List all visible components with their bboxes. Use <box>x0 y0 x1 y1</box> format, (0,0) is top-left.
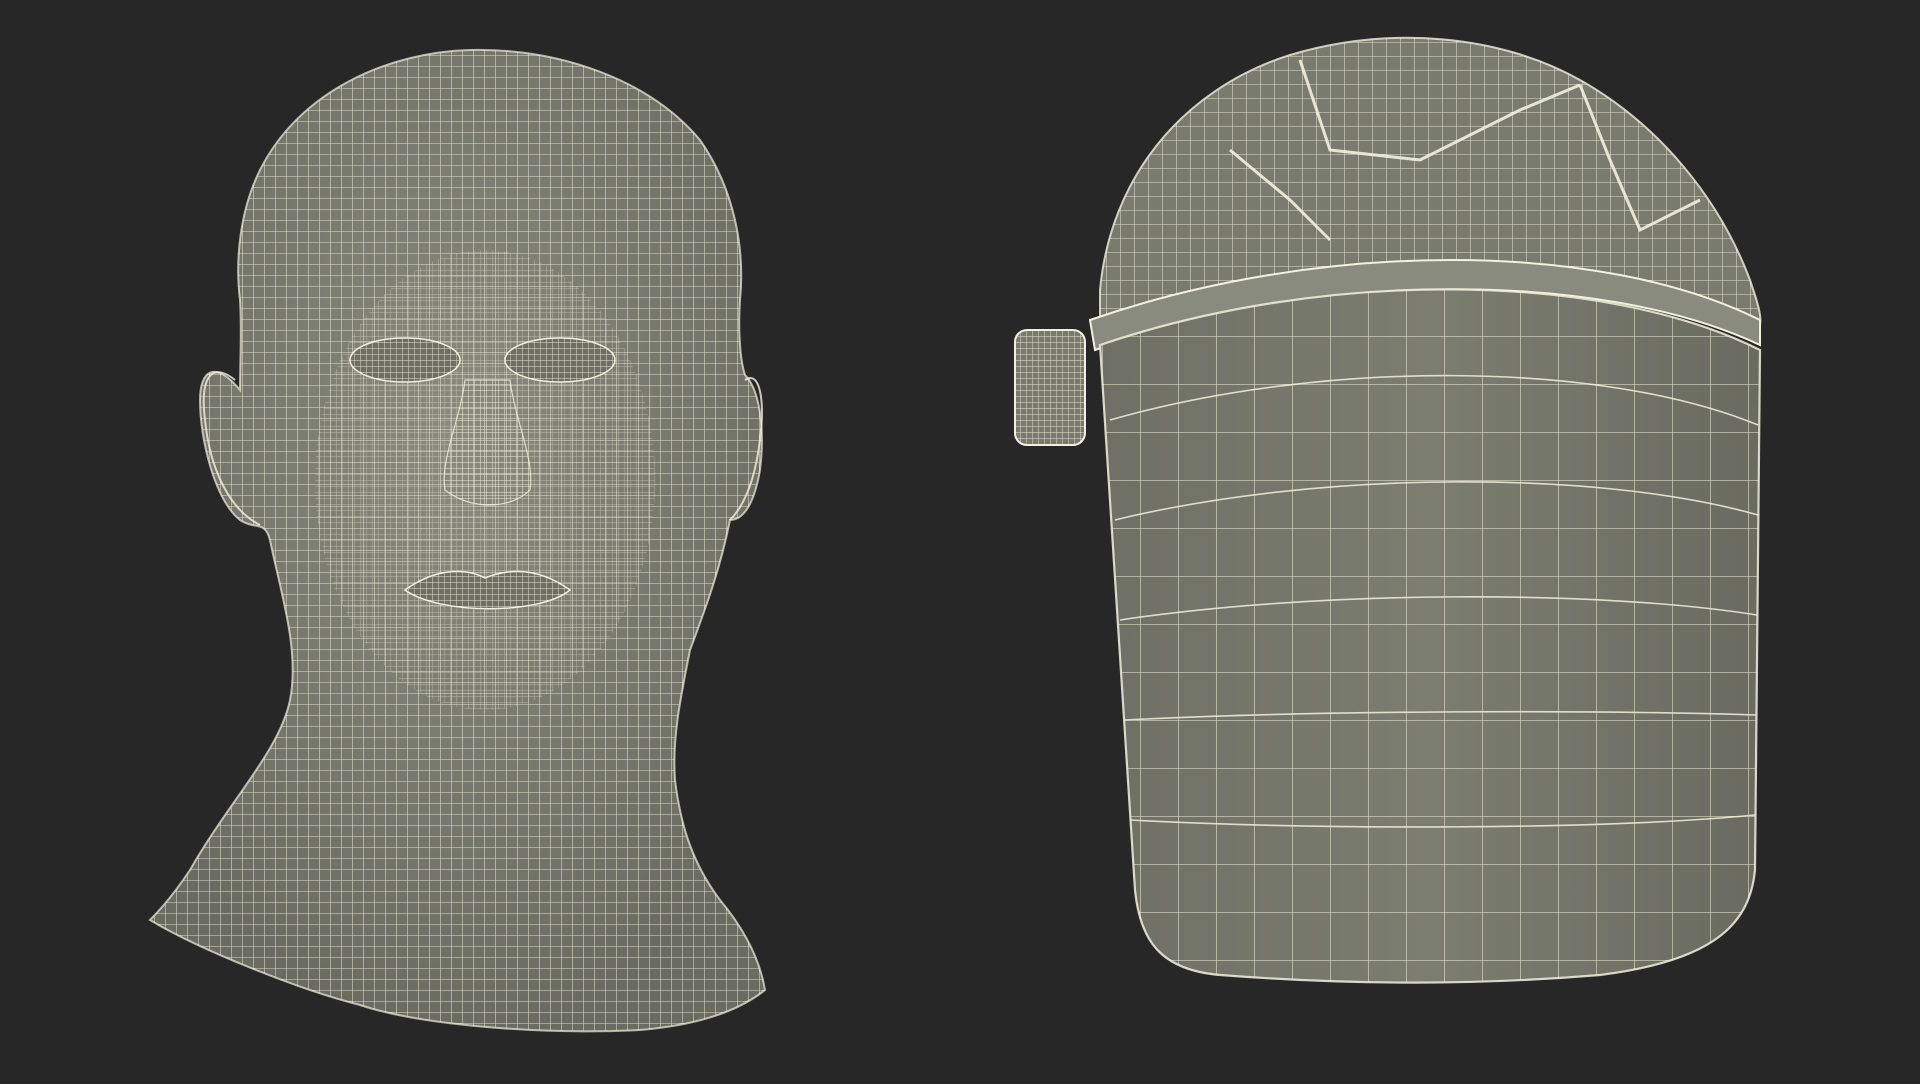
viewport <box>0 0 1920 1080</box>
face-shield-model[interactable] <box>1014 36 1762 984</box>
human-head-model[interactable] <box>148 48 767 1033</box>
adjustment-knob-wire <box>1015 330 1085 445</box>
visor-wireframe <box>1098 288 1762 984</box>
left-eye-wire <box>350 338 460 382</box>
render-canvas <box>148 36 1762 1033</box>
right-eye-wire <box>505 338 615 382</box>
